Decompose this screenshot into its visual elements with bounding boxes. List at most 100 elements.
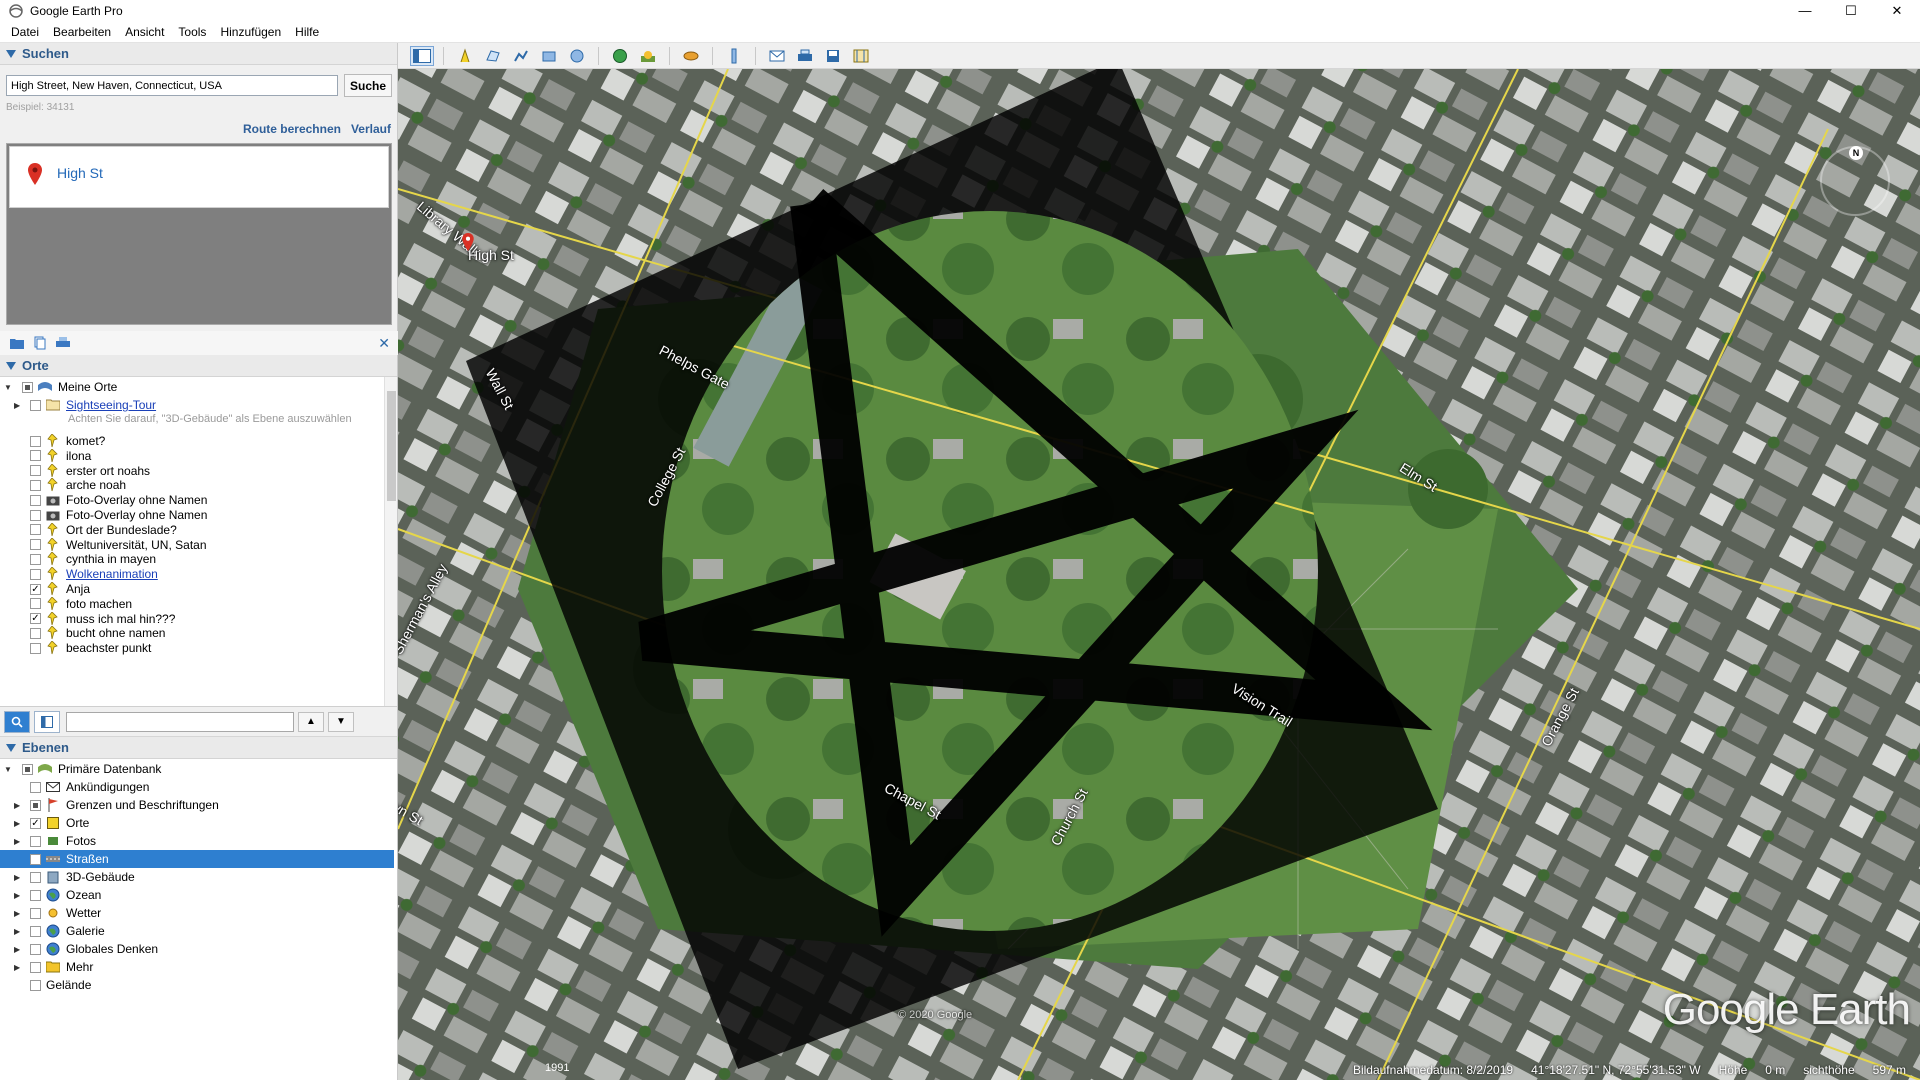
folder-add-icon[interactable] <box>10 337 24 349</box>
search-result-label[interactable]: High St <box>57 165 103 181</box>
close-window-button[interactable]: ✕ <box>1874 0 1920 21</box>
search-result-item[interactable]: High St <box>9 146 389 208</box>
close-results-icon[interactable]: ✕ <box>378 335 390 352</box>
add-path-button[interactable] <box>509 46 533 66</box>
checkbox[interactable]: ✓ <box>30 613 41 625</box>
expand-right-icon[interactable]: ▶ <box>14 891 24 900</box>
add-overlay-button[interactable] <box>537 46 561 66</box>
checkbox[interactable] <box>30 781 41 793</box>
expand-right-icon[interactable]: ▶ <box>14 801 24 810</box>
layers-section-header[interactable]: Ebenen <box>0 737 397 759</box>
menu-ansicht[interactable]: Ansicht <box>118 25 171 39</box>
minimize-button[interactable]: — <box>1782 0 1828 21</box>
checkbox[interactable] <box>30 465 41 477</box>
expand-right-icon[interactable]: ▶ <box>14 963 24 972</box>
menu-hilfe[interactable]: Hilfe <box>288 25 326 39</box>
checkbox[interactable] <box>30 627 41 639</box>
maximize-button[interactable]: ☐ <box>1828 0 1874 21</box>
expand-right-icon[interactable]: ▶ <box>14 909 24 918</box>
search-button[interactable]: Suche <box>344 74 392 97</box>
checkbox[interactable] <box>30 925 41 937</box>
search-result-pin-icon[interactable] <box>462 233 474 251</box>
checkbox[interactable] <box>30 907 41 919</box>
checkbox[interactable] <box>30 494 41 506</box>
tree-row-place[interactable]: beachster punkt <box>16 639 151 657</box>
checkbox[interactable] <box>30 509 41 521</box>
high-st-label[interactable]: High St <box>468 247 514 263</box>
expand-right-icon[interactable]: ▶ <box>14 927 24 936</box>
north-indicator[interactable]: N <box>1849 146 1863 160</box>
checkbox[interactable] <box>30 568 41 580</box>
menu-datei[interactable]: Datei <box>4 25 46 39</box>
checkbox[interactable] <box>30 889 41 901</box>
checkbox[interactable] <box>30 399 41 411</box>
checkbox[interactable] <box>30 479 41 491</box>
planets-button[interactable] <box>679 46 703 66</box>
places-filter-input[interactable] <box>66 711 294 732</box>
checkbox[interactable] <box>30 435 41 447</box>
checkbox[interactable] <box>30 553 41 565</box>
checkbox[interactable] <box>30 642 41 654</box>
search-section-header[interactable]: Suchen <box>0 43 397 65</box>
expand-right-icon[interactable]: ▶ <box>14 819 24 828</box>
expand-right-icon[interactable]: ▶ <box>14 837 24 846</box>
tree-row-layer[interactable]: Ankündigungen <box>0 778 149 796</box>
tree-row-layer[interactable]: ▶ Grenzen und Beschriftungen <box>0 796 219 814</box>
checkbox[interactable] <box>30 943 41 955</box>
expand-right-icon[interactable]: ▶ <box>14 401 24 410</box>
navigation-compass[interactable]: N <box>1820 146 1890 216</box>
copy-icon[interactable] <box>34 336 46 350</box>
tree-row-layer[interactable]: ✓ Straßen <box>0 850 394 868</box>
checkbox[interactable]: ✓ <box>30 853 41 865</box>
move-down-button[interactable]: ▼ <box>328 711 354 732</box>
move-up-button[interactable]: ▲ <box>298 711 324 732</box>
map-view[interactable]: Library Walk High St Phelps Gate College… <box>398 69 1920 1080</box>
record-tour-button[interactable] <box>565 46 589 66</box>
historical-imagery-button[interactable] <box>608 46 632 66</box>
tree-row-terrain[interactable]: Gelände <box>16 976 91 994</box>
expand-down-icon[interactable]: ▼ <box>4 383 14 392</box>
search-input[interactable] <box>6 75 338 96</box>
places-section-header[interactable]: Orte <box>0 355 397 377</box>
tree-row-layer[interactable]: ▶ Mehr <box>0 958 93 976</box>
expand-right-icon[interactable]: ▶ <box>14 873 24 882</box>
expand-down-icon[interactable]: ▼ <box>4 765 14 774</box>
tree-row-layer[interactable]: ▶ Galerie <box>0 922 105 940</box>
panel-toggle-button[interactable] <box>34 710 60 733</box>
checkbox[interactable] <box>30 871 41 883</box>
save-image-button[interactable] <box>821 46 845 66</box>
checkbox[interactable] <box>30 979 41 991</box>
checkbox[interactable] <box>30 835 41 847</box>
checkbox[interactable] <box>30 799 41 811</box>
print-button[interactable] <box>793 46 817 66</box>
menu-tools[interactable]: Tools <box>171 25 213 39</box>
tree-row-layer[interactable]: ▶ Fotos <box>0 832 96 850</box>
tree-row-layer[interactable]: ▶ ✓ Orte <box>0 814 89 832</box>
ruler-button[interactable] <box>722 46 746 66</box>
tree-row-layer[interactable]: ▶ 3D-Gebäude <box>0 868 135 886</box>
view-in-maps-button[interactable] <box>849 46 873 66</box>
checkbox[interactable] <box>22 381 33 393</box>
checkbox[interactable]: ✓ <box>30 817 41 829</box>
places-scrollbar[interactable] <box>384 377 397 706</box>
email-button[interactable] <box>765 46 789 66</box>
route-link[interactable]: Route berechnen <box>243 122 341 136</box>
checkbox[interactable] <box>30 539 41 551</box>
history-link[interactable]: Verlauf <box>351 122 391 136</box>
sidebar-toggle-button[interactable] <box>410 45 434 66</box>
add-placemark-button[interactable] <box>453 46 477 66</box>
tree-row-layer[interactable]: ▶ Wetter <box>0 904 101 922</box>
checkbox[interactable] <box>30 598 41 610</box>
tree-row-primary-db[interactable]: ▼ Primäre Datenbank <box>0 760 161 778</box>
checkbox[interactable] <box>30 450 41 462</box>
menu-hinzufuegen[interactable]: Hinzufügen <box>213 25 288 39</box>
add-polygon-button[interactable] <box>481 46 505 66</box>
menu-bearbeiten[interactable]: Bearbeiten <box>46 25 118 39</box>
search-places-button[interactable] <box>4 710 30 733</box>
checkbox[interactable]: ✓ <box>30 583 41 595</box>
checkbox[interactable] <box>30 524 41 536</box>
tree-row-layer[interactable]: ▶ Globales Denken <box>0 940 158 958</box>
tree-row-my-places[interactable]: ▼ Meine Orte <box>0 378 117 396</box>
scrollbar-thumb[interactable] <box>387 391 396 501</box>
checkbox[interactable] <box>22 763 33 775</box>
